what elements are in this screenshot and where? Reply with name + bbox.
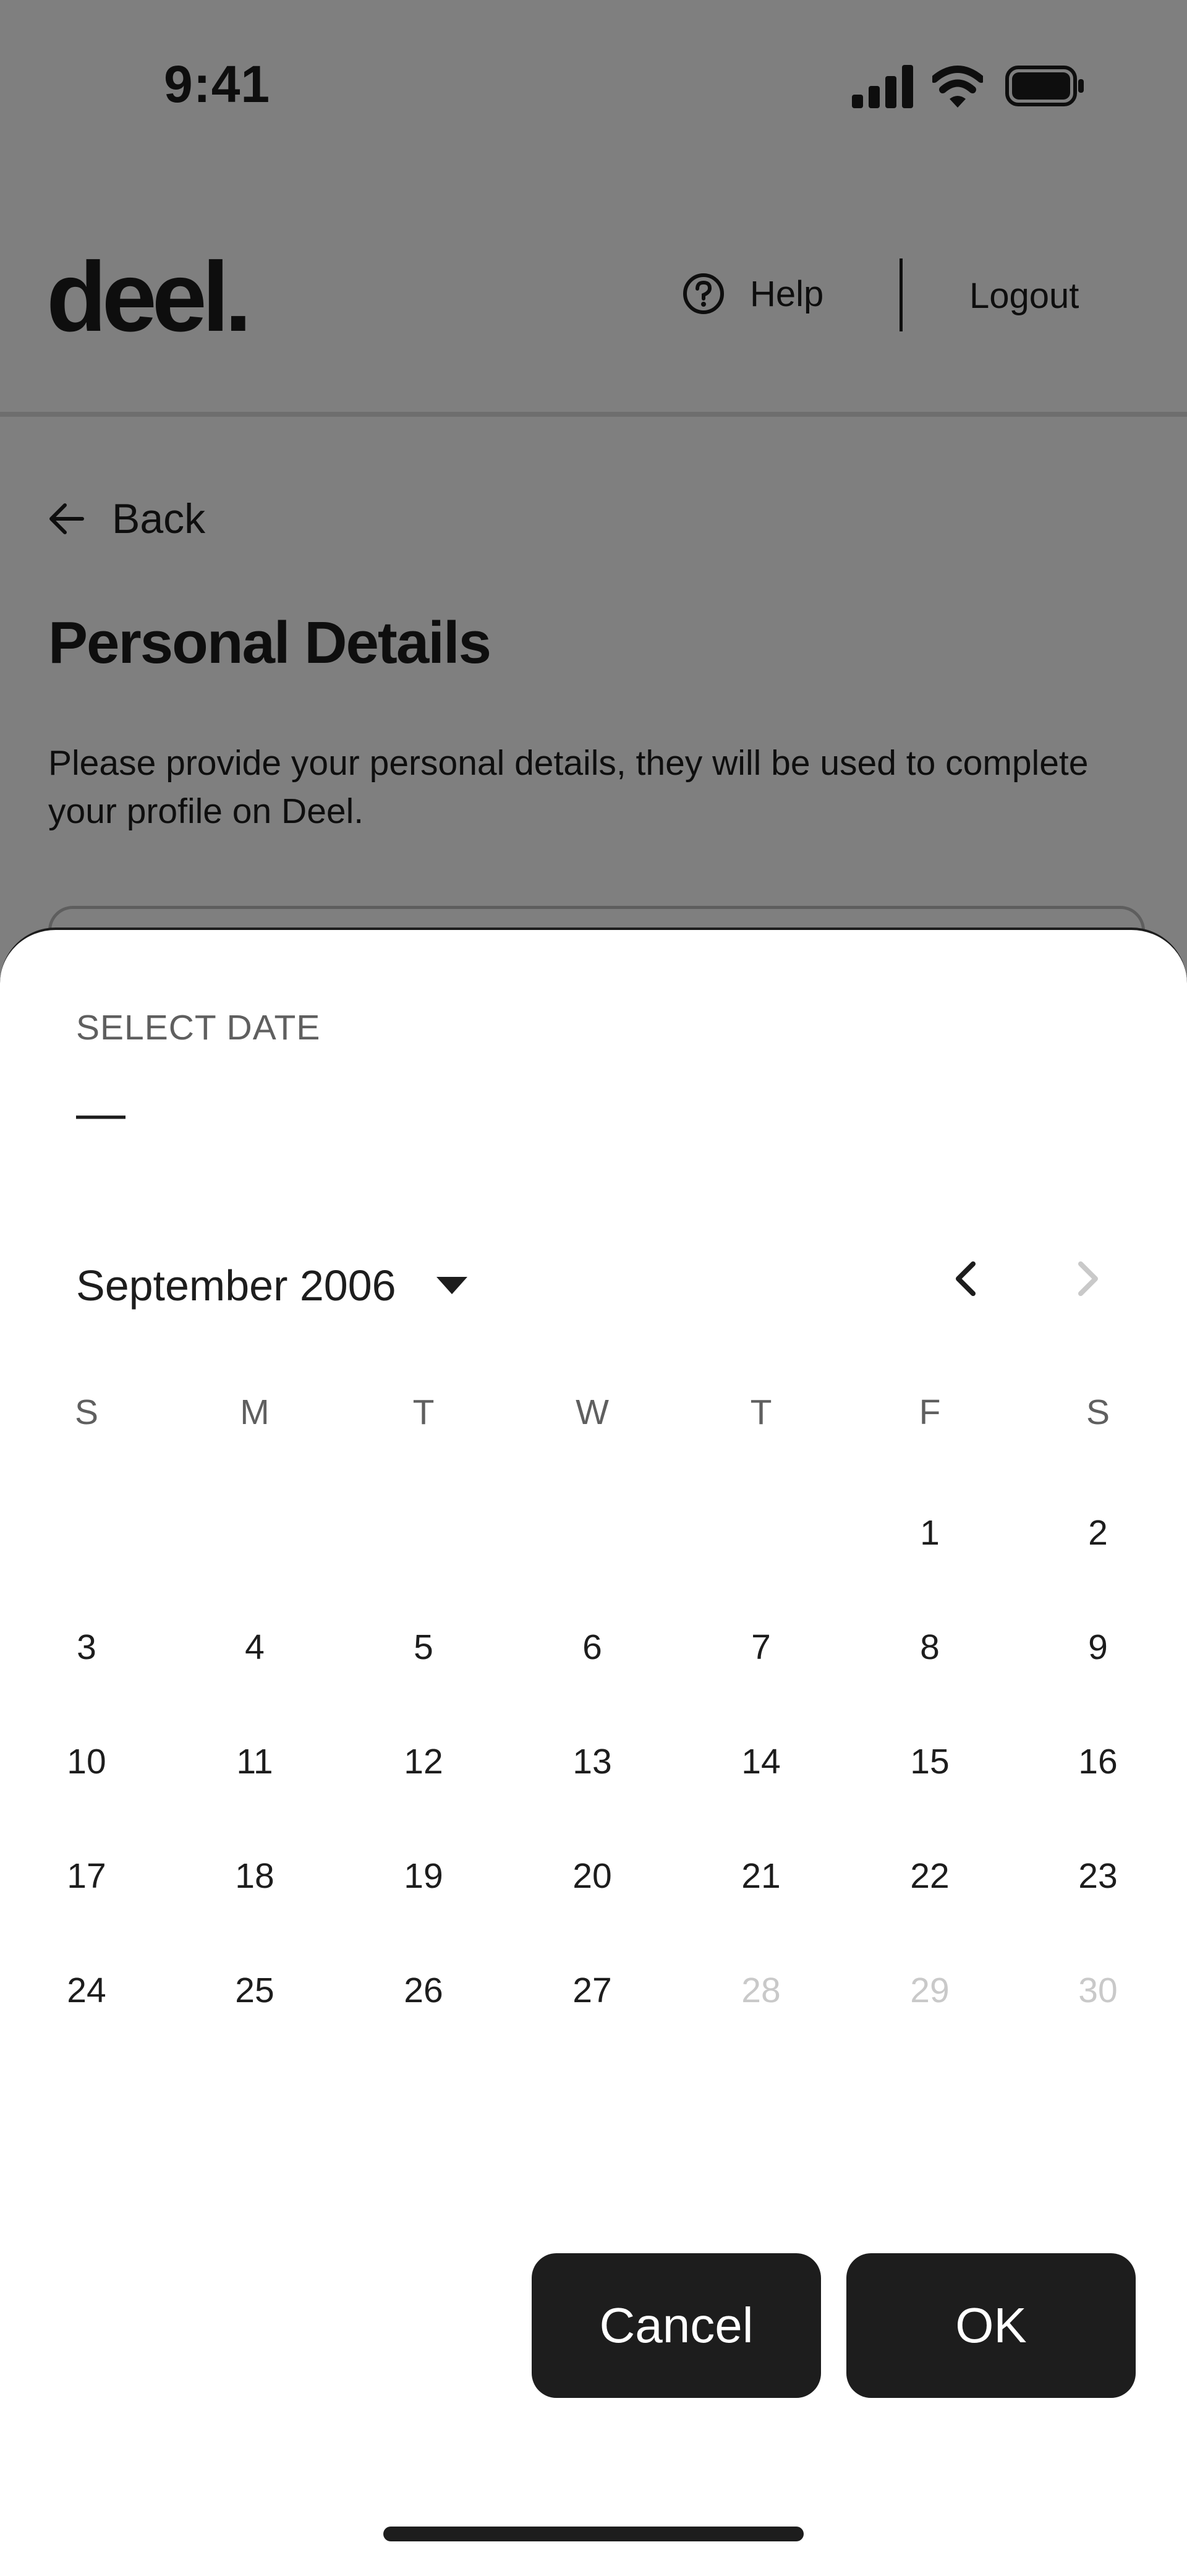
calendar-day[interactable]: 23: [1042, 1845, 1154, 1907]
select-date-label: SELECT DATE: [76, 1008, 321, 1047]
calendar-day[interactable]: 4: [199, 1616, 310, 1678]
calendar-day[interactable]: 3: [31, 1616, 142, 1678]
home-indicator[interactable]: [383, 2527, 804, 2541]
weekday-monday: M: [240, 1392, 270, 1432]
weekday-wednesday: W: [576, 1392, 609, 1432]
calendar-day[interactable]: 21: [705, 1845, 817, 1907]
calendar-day-disabled: 28: [741, 1971, 781, 2010]
calendar-day[interactable]: 6: [537, 1616, 648, 1678]
calendar-week: 10 11 12 13 14 15 16: [0, 1731, 1187, 1793]
calendar-day[interactable]: 26: [368, 1960, 479, 2021]
calendar-day[interactable]: 14: [705, 1731, 817, 1793]
calendar-week: 24 25 26 27 28 29 30: [0, 1960, 1187, 2021]
weekday-header: S M T W T F S: [0, 1381, 1187, 1443]
calendar-day[interactable]: 11: [199, 1731, 310, 1793]
calendar-day[interactable]: 13: [537, 1731, 648, 1793]
calendar-day-disabled: 29: [910, 1971, 950, 2010]
weekday-sunday: S: [74, 1392, 99, 1432]
calendar-day[interactable]: 15: [874, 1731, 985, 1793]
calendar-week: 1 2: [0, 1502, 1187, 1564]
calendar-day[interactable]: 20: [537, 1845, 648, 1907]
date-picker-sheet: SELECT DATE — September 2006 S M T W T F…: [0, 928, 1187, 2576]
calendar-day[interactable]: 1: [874, 1502, 985, 1564]
calendar-day[interactable]: 24: [31, 1960, 142, 2021]
calendar-day[interactable]: 18: [199, 1845, 310, 1907]
calendar-day[interactable]: 16: [1042, 1731, 1154, 1793]
chevron-right-icon: [1078, 1261, 1098, 1296]
weekday-thursday: T: [750, 1392, 772, 1432]
ok-button[interactable]: OK: [846, 2253, 1136, 2398]
selected-date-value: —: [76, 1085, 126, 1140]
calendar-day[interactable]: 22: [874, 1845, 985, 1907]
calendar-day[interactable]: 17: [31, 1845, 142, 1907]
chevron-left-icon[interactable]: [945, 1256, 989, 1301]
calendar-day[interactable]: 5: [368, 1616, 479, 1678]
month-year-label: September 2006: [76, 1261, 396, 1310]
weekday-saturday: S: [1086, 1392, 1110, 1432]
calendar-week: 17 18 19 20 21 22 23: [0, 1845, 1187, 1907]
calendar-day-disabled: 30: [1078, 1971, 1118, 2010]
calendar-day[interactable]: 12: [368, 1731, 479, 1793]
calendar-day[interactable]: 25: [199, 1960, 310, 2021]
weekday-tuesday: T: [412, 1392, 435, 1432]
calendar-day[interactable]: 9: [1042, 1616, 1154, 1678]
calendar-day[interactable]: 2: [1042, 1502, 1154, 1564]
cancel-button[interactable]: Cancel: [532, 2253, 821, 2398]
calendar-day[interactable]: 7: [705, 1616, 817, 1678]
caret-down-icon: [436, 1277, 467, 1294]
month-year-dropdown[interactable]: September 2006: [76, 1261, 470, 1310]
weekday-friday: F: [919, 1392, 941, 1432]
calendar-day[interactable]: 8: [874, 1616, 985, 1678]
calendar-day[interactable]: 19: [368, 1845, 479, 1907]
calendar-week: 3 4 5 6 7 8 9: [0, 1616, 1187, 1678]
calendar-day[interactable]: 10: [31, 1731, 142, 1793]
calendar-day[interactable]: 27: [537, 1960, 648, 2021]
